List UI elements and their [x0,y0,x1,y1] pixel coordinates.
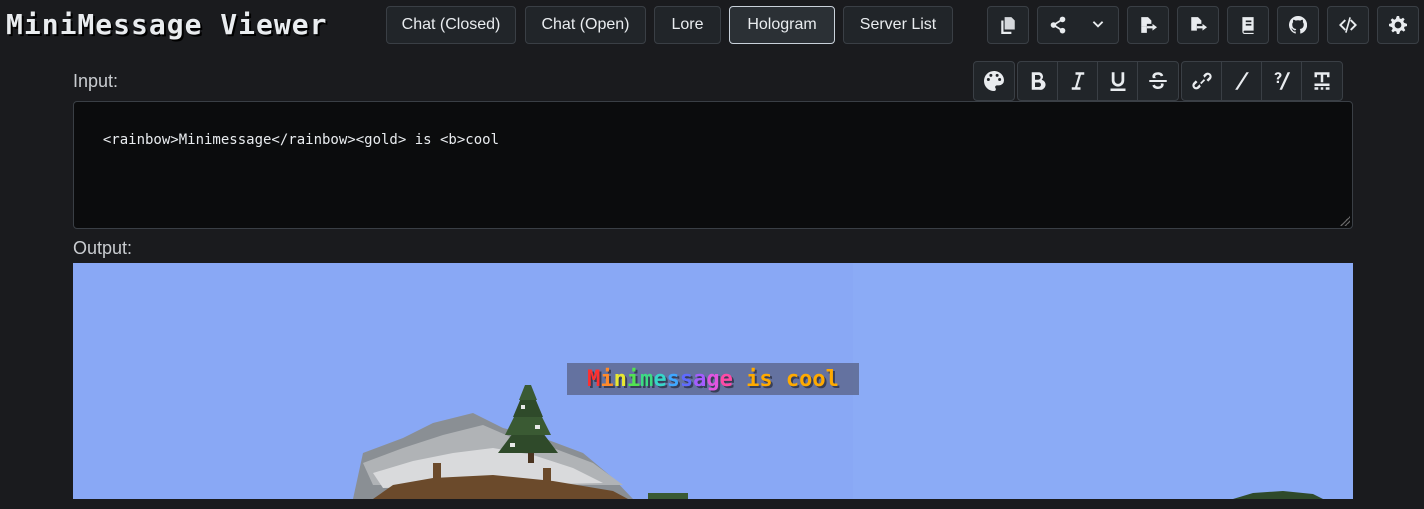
underline-icon [1110,72,1125,91]
link-button[interactable] [1182,62,1222,100]
docs-button[interactable] [1227,6,1269,44]
tab-chat-open[interactable]: Chat (Open) [525,6,646,44]
palette-icon [984,71,1004,91]
copy-icon [1001,17,1015,34]
rainbow-letter: M [587,366,601,392]
export-button[interactable] [1177,6,1219,44]
strikethrough-icon [1149,72,1167,89]
minimessage-input[interactable]: <rainbow>Minimessage</rainbow><gold> is … [73,101,1353,229]
format-toolbar [973,61,1343,101]
resize-handle[interactable] [1340,216,1350,226]
share-button[interactable] [1038,7,1078,43]
italic-icon [1071,72,1084,90]
question-slash-icon [1274,72,1290,90]
rainbow-letter: i [600,366,614,392]
reset-slash-button[interactable] [1222,62,1262,100]
input-text: <rainbow>Minimessage</rainbow><gold> is … [102,132,500,148]
app-title: MiniMessage Viewer [6,8,328,41]
rainbow-letter: s [679,366,694,392]
code-icon [1339,17,1357,33]
export-icon [1191,17,1207,31]
share-icon [1050,16,1066,34]
link-icon [1191,72,1212,90]
bold-icon [1031,72,1046,90]
underline-button[interactable] [1098,62,1138,100]
github-button[interactable] [1277,6,1319,44]
strikethrough-button[interactable] [1138,62,1178,100]
output-label: Output: [73,238,133,258]
tab-lore[interactable]: Lore [654,6,721,44]
github-icon [1289,16,1307,34]
color-group [973,61,1015,101]
settings-button[interactable] [1377,6,1419,44]
rainbow-letter: i [626,366,641,392]
gold-text: is [732,366,786,392]
embed-code-button[interactable] [1327,6,1369,44]
input-label: Input: [73,71,119,91]
decoration-group [1017,61,1179,101]
hologram-text: Minimessage is cool [567,363,859,395]
obfuscated-icon [1314,72,1330,90]
slash-icon [1234,72,1249,90]
color-picker-button[interactable] [974,62,1014,100]
hologram-preview: Minimessage is cool [73,263,1353,499]
italic-button[interactable] [1058,62,1098,100]
import-icon [1141,17,1157,33]
rainbow-text: Minimessage [587,367,733,392]
tab-hologram[interactable]: Hologram [729,6,835,44]
rainbow-letter: e [719,366,733,392]
bold-button[interactable] [1018,62,1058,100]
copy-button[interactable] [987,6,1029,44]
rainbow-letter: e [653,366,667,392]
hover-button[interactable] [1262,62,1302,100]
chevron-down-icon [1092,21,1104,28]
obfuscate-button[interactable] [1302,62,1342,100]
book-icon [1242,17,1254,34]
tab-chat-closed[interactable]: Chat (Closed) [386,6,516,44]
tab-server-list[interactable]: Server List [843,6,953,44]
extra-group [1181,61,1343,101]
rainbow-letter: n [613,366,627,392]
share-dropdown-button[interactable] [1078,7,1118,43]
rainbow-letter: m [640,366,654,392]
bold-gold-text: cool [785,366,839,392]
import-button[interactable] [1127,6,1169,44]
rainbow-letter: s [666,366,680,392]
share-split-button[interactable] [1037,6,1119,44]
gear-icon [1389,16,1407,34]
rainbow-letter: g [706,366,720,392]
rainbow-letter: a [693,366,707,392]
